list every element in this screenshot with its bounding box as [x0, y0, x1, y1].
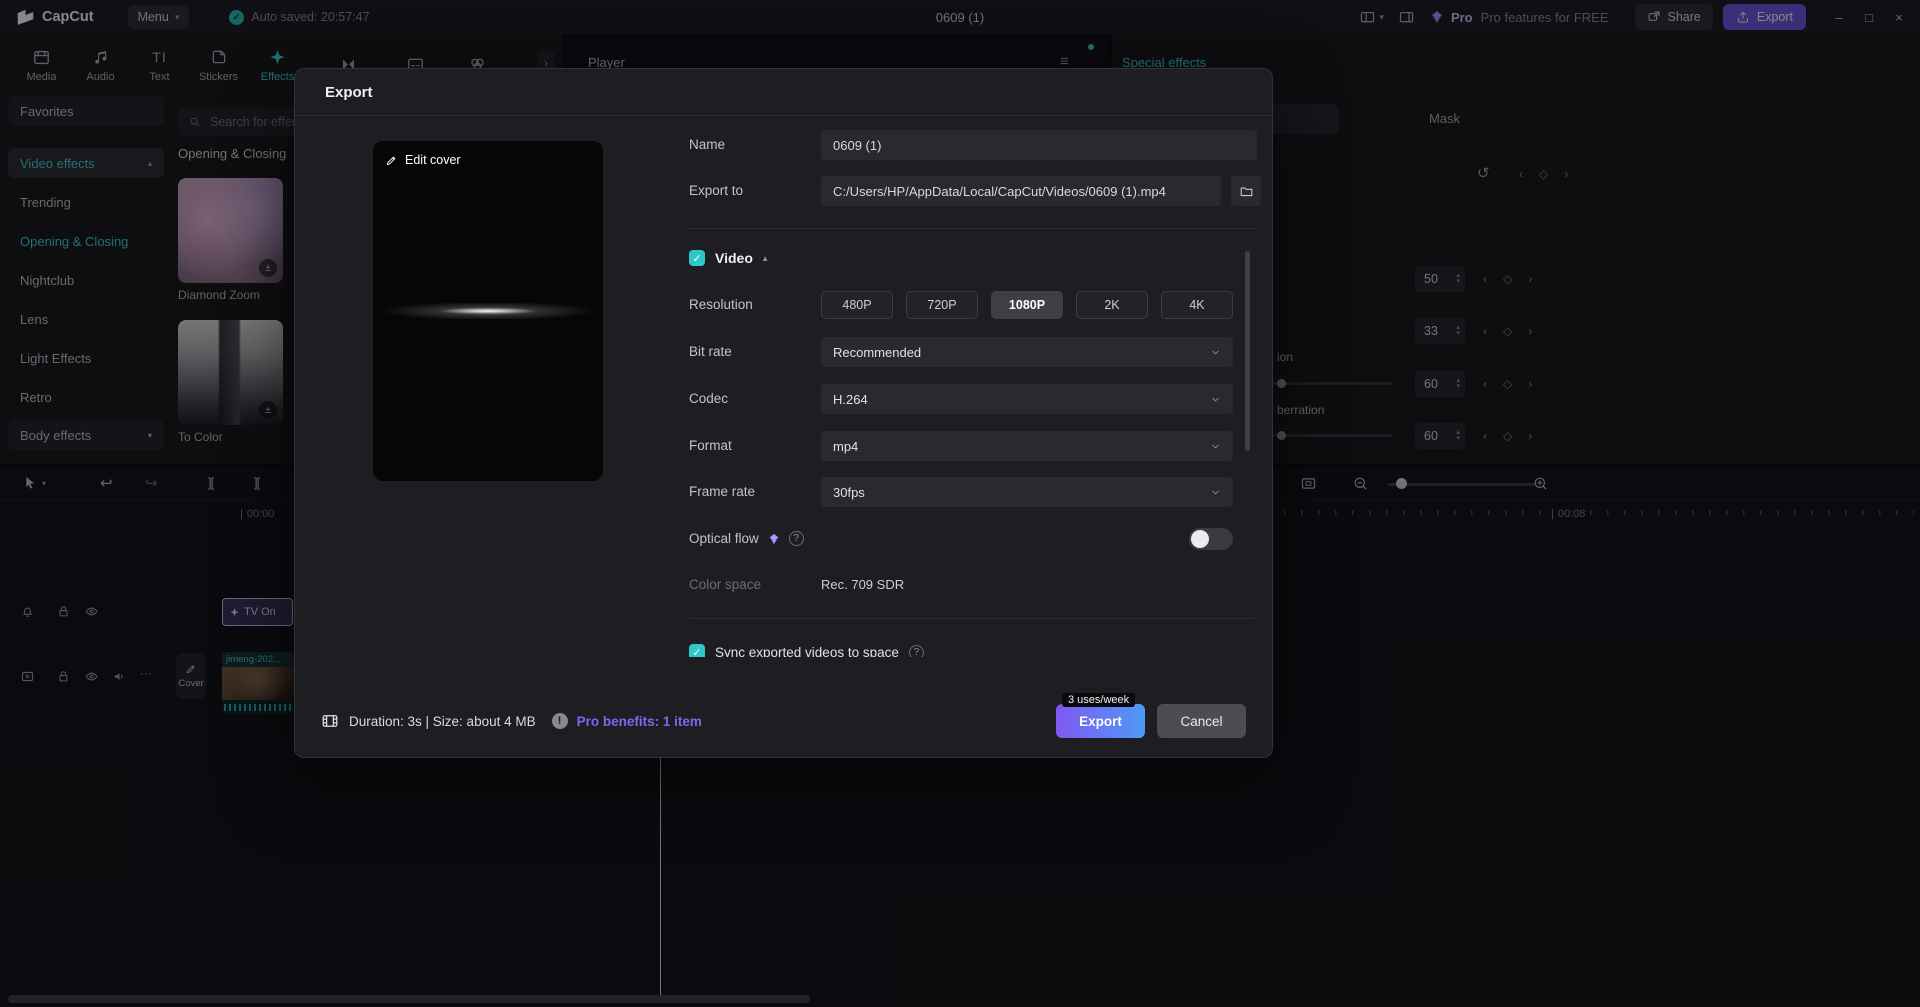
bitrate-select[interactable]: Recommended [821, 337, 1233, 367]
dialog-title: Export [325, 83, 373, 101]
optical-flow-label: Optical flow [689, 531, 759, 546]
dialog-scrollbar[interactable] [1245, 251, 1250, 451]
export-button-wrap: 3 uses/week Export [1056, 693, 1145, 738]
browse-folder-button[interactable] [1231, 176, 1261, 206]
pencil-icon [386, 156, 396, 165]
export-button[interactable]: Export [1056, 704, 1145, 738]
pro-gem-icon [769, 533, 778, 544]
name-input[interactable] [821, 130, 1257, 160]
export-path-input[interactable] [821, 176, 1221, 206]
film-icon [322, 715, 338, 727]
framerate-select[interactable]: 30fps [821, 477, 1233, 507]
uses-badge: 3 uses/week [1062, 693, 1136, 707]
chevron-down-icon [1212, 397, 1219, 401]
help-icon[interactable]: ? [908, 644, 924, 657]
dialog-footer: Duration: 3s | Size: about 4 MB ! Pro be… [295, 685, 1272, 757]
cover-preview: Edit cover [373, 141, 603, 481]
optical-flow-row: Optical flow ? [689, 531, 804, 546]
cancel-button[interactable]: Cancel [1157, 704, 1246, 738]
collapse-icon[interactable]: ▴ [763, 253, 768, 264]
codec-label: Codec [689, 391, 729, 406]
check-icon: ✓ [692, 252, 702, 265]
resolution-option-2k[interactable]: 2K [1076, 291, 1148, 319]
video-section-label: Video [715, 250, 753, 266]
divider [689, 228, 1255, 229]
resolution-options: 480P 720P 1080P 2K 4K [821, 291, 1233, 319]
chevron-down-icon [1212, 350, 1219, 354]
optical-flow-toggle[interactable] [1189, 528, 1233, 550]
resolution-option-4k[interactable]: 4K [1161, 291, 1233, 319]
help-icon[interactable]: ? [788, 531, 804, 546]
dialog-header: Export [295, 69, 1272, 116]
chevron-down-icon [1212, 444, 1219, 448]
codec-select[interactable]: H.264 [821, 384, 1233, 414]
framerate-label: Frame rate [689, 484, 756, 499]
sync-row-clipped: ✓ Sync exported videos to space ? [689, 644, 1119, 657]
check-icon: ✓ [692, 646, 702, 658]
edit-cover-button[interactable]: Edit cover [385, 153, 461, 167]
name-label: Name [689, 137, 726, 152]
resolution-option-720p[interactable]: 720P [906, 291, 978, 319]
export-to-label: Export to [689, 183, 744, 198]
video-checkbox[interactable]: ✓ [689, 250, 705, 266]
video-section-header: ✓ Video ▴ [689, 250, 767, 266]
toggle-knob [1191, 530, 1209, 548]
sync-checkbox[interactable]: ✓ [689, 644, 705, 657]
preview-frame-glow [381, 303, 595, 319]
pro-benefits-link[interactable]: Pro benefits: 1 item [577, 714, 702, 729]
export-summary: Duration: 3s | Size: about 4 MB [349, 713, 536, 729]
sync-label: Sync exported videos to space [715, 644, 899, 658]
resolution-option-480p[interactable]: 480P [821, 291, 893, 319]
format-label: Format [689, 438, 732, 453]
resolution-label: Resolution [689, 297, 753, 312]
resolution-option-1080p[interactable]: 1080P [991, 291, 1063, 319]
info-icon: ! [551, 713, 568, 729]
divider [689, 618, 1255, 619]
format-select[interactable]: mp4 [821, 431, 1233, 461]
export-dialog: Export Edit cover Name Export to ✓ Video… [294, 68, 1273, 758]
bitrate-label: Bit rate [689, 344, 732, 359]
chevron-down-icon [1212, 490, 1219, 494]
colorspace-value: Rec. 709 SDR [821, 577, 905, 592]
colorspace-label: Color space [689, 577, 762, 592]
folder-icon [1240, 187, 1252, 196]
